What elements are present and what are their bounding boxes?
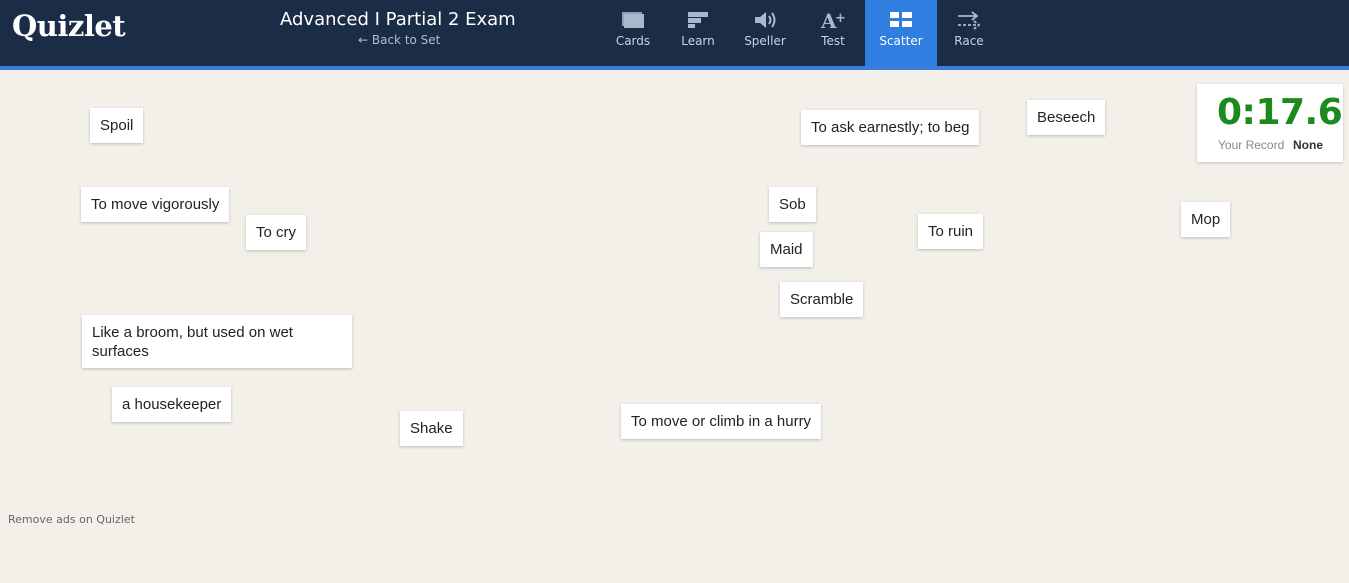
scatter-card[interactable]: Beseech — [1027, 100, 1106, 135]
remove-ads-link[interactable]: Remove ads on Quizlet — [8, 513, 135, 526]
scatter-card[interactable]: To ruin — [918, 214, 984, 249]
nav-scatter-label: Scatter — [879, 34, 923, 48]
nav-race[interactable]: Race — [935, 0, 1003, 66]
nav-cards[interactable]: Cards — [599, 0, 667, 66]
scatter-card[interactable]: Like a broom, but used on wet surfaces — [82, 315, 352, 368]
speaker-icon — [751, 8, 779, 32]
nav-test[interactable]: A + Test — [799, 0, 867, 66]
scatter-card[interactable]: Spoil — [90, 108, 144, 143]
nav-speller[interactable]: Speller — [731, 0, 799, 66]
learn-icon — [684, 8, 712, 32]
nav-test-label: Test — [821, 34, 845, 48]
scatter-icon — [887, 8, 915, 32]
timer: 0:17.6 — [1217, 92, 1343, 133]
nav-race-label: Race — [954, 34, 984, 48]
scatter-card[interactable]: a housekeeper — [112, 387, 232, 422]
header-accent-line — [0, 66, 1349, 70]
nav-cards-label: Cards — [615, 34, 651, 48]
cards-icon — [619, 8, 647, 32]
scatter-card[interactable]: Shake — [400, 411, 463, 446]
set-title: Advanced I Partial 2 Exam — [280, 9, 516, 30]
scatter-card[interactable]: Sob — [769, 187, 816, 222]
race-icon — [955, 8, 983, 32]
nav-learn[interactable]: Learn — [664, 0, 732, 66]
top-bar: Quizlet Advanced I Partial 2 Exam ← Back… — [0, 0, 1349, 66]
scatter-card[interactable]: Mop — [1181, 202, 1231, 237]
scatter-card[interactable]: To move vigorously — [81, 187, 230, 222]
scatter-card[interactable]: To move or climb in a hurry — [621, 404, 822, 439]
scatter-card[interactable]: Maid — [760, 232, 813, 267]
nav-speller-label: Speller — [744, 34, 786, 48]
scatter-card[interactable]: To cry — [246, 215, 307, 250]
record-value: None — [1293, 138, 1323, 152]
record-label: Your Record — [1218, 138, 1285, 152]
scatter-card[interactable]: Scramble — [780, 282, 864, 317]
quizlet-logo[interactable]: Quizlet — [12, 9, 126, 43]
svg-text:+: + — [835, 11, 846, 26]
nav-learn-label: Learn — [681, 34, 715, 48]
scatter-card[interactable]: To ask earnestly; to beg — [801, 110, 980, 145]
timer-panel: 0:17.6 Your Record None — [1197, 84, 1343, 162]
nav-scatter[interactable]: Scatter — [865, 0, 937, 66]
back-to-set-link[interactable]: ← Back to Set — [358, 33, 440, 47]
test-icon: A + — [819, 8, 847, 32]
